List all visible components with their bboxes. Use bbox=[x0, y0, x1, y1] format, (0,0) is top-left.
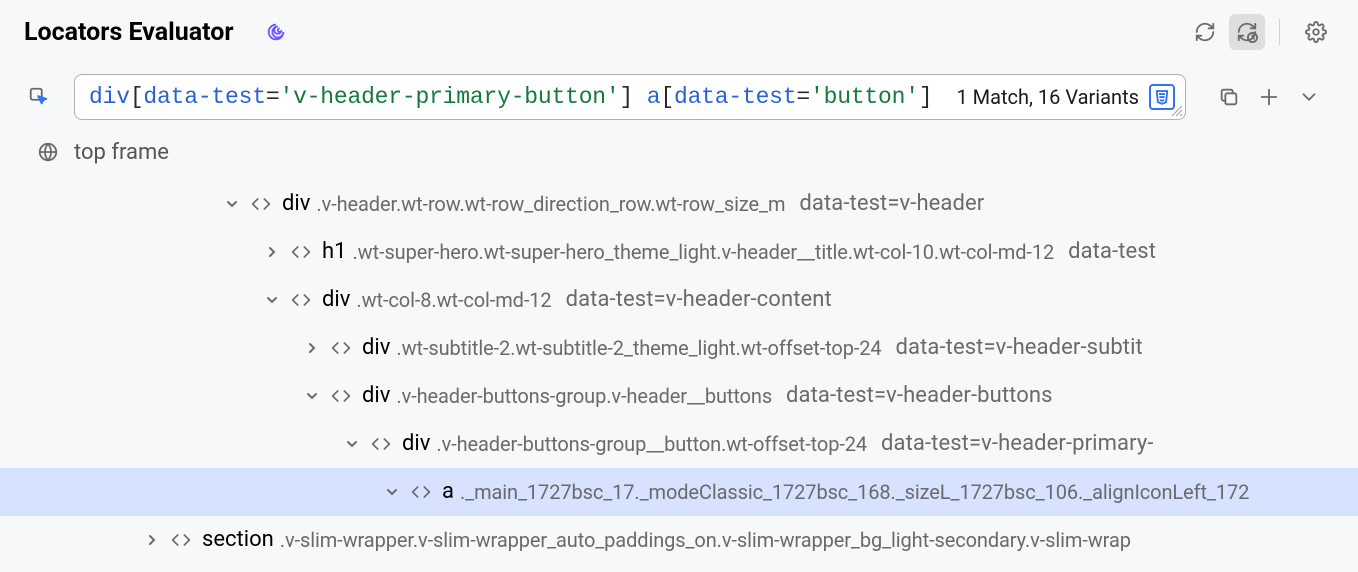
chevron-down-icon[interactable] bbox=[338, 438, 366, 450]
tree-row[interactable]: div .wt-subtitle-2.wt-subtitle-2_theme_li… bbox=[0, 324, 1358, 372]
element-classes: .v-header.wt-row.wt-row_direction_row.wt… bbox=[316, 194, 785, 214]
tree-row[interactable]: div .v-header-buttons-group.v-header__but… bbox=[0, 372, 1358, 420]
add-button[interactable] bbox=[1254, 82, 1284, 112]
element-picker-icon[interactable] bbox=[24, 82, 54, 112]
tag-icon bbox=[286, 242, 316, 262]
element-tag: div bbox=[362, 337, 390, 359]
tag-icon bbox=[326, 386, 356, 406]
element-tag: div bbox=[322, 289, 350, 311]
element-attr: data-test=v-header-subtit bbox=[896, 337, 1143, 359]
tag-icon bbox=[406, 482, 436, 502]
chevron-right-icon[interactable] bbox=[138, 534, 166, 546]
tree-row[interactable]: section .v-slim-wrapper.v-slim-wrapper_au… bbox=[0, 516, 1358, 564]
resize-handle-icon bbox=[1171, 105, 1183, 117]
element-classes: .wt-super-hero.wt-super-hero_theme_light… bbox=[352, 242, 1054, 262]
dom-tree: div .v-header.wt-row.wt-row_direction_row… bbox=[0, 180, 1358, 572]
frame-row: top frame bbox=[0, 138, 1358, 166]
tag-icon bbox=[366, 434, 396, 454]
element-classes: .v-header-buttons-group__button.wt-offse… bbox=[436, 434, 867, 454]
element-classes: .wt-subtitle-2.wt-subtitle-2_theme_light… bbox=[396, 338, 881, 358]
tag-icon bbox=[326, 338, 356, 358]
search-row: div[data-test='v-header-primary-button']… bbox=[0, 74, 1358, 120]
refresh-history-button[interactable] bbox=[1229, 14, 1265, 50]
locator-input[interactable]: div[data-test='v-header-primary-button']… bbox=[74, 74, 1186, 120]
chevron-down-icon[interactable] bbox=[218, 198, 246, 210]
element-tag: div bbox=[402, 433, 430, 455]
element-attr: data-test=v-header-primary- bbox=[881, 433, 1153, 455]
element-tag: h1 bbox=[322, 241, 346, 263]
tag-icon bbox=[246, 194, 276, 214]
locator-text: div[data-test='v-header-primary-button']… bbox=[89, 84, 932, 110]
separator bbox=[1279, 19, 1280, 45]
spiral-icon bbox=[262, 18, 290, 46]
element-attr: data-test=v-header-content bbox=[566, 289, 832, 311]
tree-row[interactable]: div .v-header-buttons-group__button.wt-of… bbox=[0, 420, 1358, 468]
tag-icon bbox=[286, 290, 316, 310]
app-root: Locators Evaluator bbox=[0, 0, 1358, 562]
tree-row[interactable]: div .v-header.wt-row.wt-row_direction_row… bbox=[0, 180, 1358, 228]
actions-group bbox=[1214, 82, 1324, 112]
element-tag: div bbox=[362, 385, 390, 407]
chevron-down-icon[interactable] bbox=[258, 294, 286, 306]
globe-icon bbox=[34, 138, 62, 166]
chevron-right-icon[interactable] bbox=[298, 342, 326, 354]
element-classes: ._main_1727bsc_17._modeClassic_1727bsc_1… bbox=[460, 482, 1249, 502]
chevron-down-icon[interactable] bbox=[378, 486, 406, 498]
copy-button[interactable] bbox=[1214, 82, 1244, 112]
element-attr: data-test=v-header-buttons bbox=[786, 385, 1053, 407]
tag-icon bbox=[166, 530, 196, 550]
element-attr: data-test bbox=[1068, 241, 1156, 263]
tree-row[interactable]: h1 .wt-super-hero.wt-super-hero_theme_lig… bbox=[0, 228, 1358, 276]
element-tag: section bbox=[202, 529, 274, 551]
tree-row[interactable]: a ._main_1727bsc_17._modeClassic_1727bsc_… bbox=[0, 468, 1358, 516]
refresh-button[interactable] bbox=[1187, 14, 1223, 50]
chevron-down-icon[interactable] bbox=[298, 390, 326, 402]
match-summary: 1 Match, 16 Variants bbox=[956, 85, 1139, 109]
chevron-right-icon[interactable] bbox=[258, 246, 286, 258]
frame-name[interactable]: top frame bbox=[74, 140, 169, 165]
more-dropdown-button[interactable] bbox=[1294, 82, 1324, 112]
settings-button[interactable] bbox=[1298, 14, 1334, 50]
element-tag: div bbox=[282, 193, 310, 215]
element-classes: .wt-col-8.wt-col-md-12 bbox=[356, 290, 551, 310]
element-classes: .v-slim-wrapper.v-slim-wrapper_auto_padd… bbox=[280, 530, 1131, 550]
tree-row[interactable]: div .wt-col-8.wt-col-md-12 data-test=v-hea… bbox=[0, 276, 1358, 324]
element-classes: .v-header-buttons-group.v-header__button… bbox=[396, 386, 772, 406]
element-attr: data-test=v-header bbox=[799, 193, 984, 215]
header-row: Locators Evaluator bbox=[0, 14, 1358, 50]
element-tag: a bbox=[442, 481, 454, 503]
page-title: Locators Evaluator bbox=[24, 18, 234, 47]
